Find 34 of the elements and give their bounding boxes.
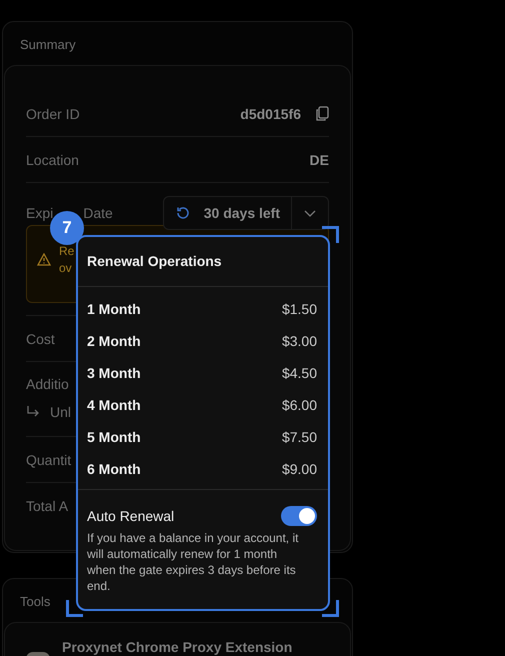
auto-renewal-switch[interactable] <box>281 506 317 526</box>
renewal-option[interactable]: 2 Month $3.00 <box>78 325 328 357</box>
renewal-option[interactable]: 5 Month $7.50 <box>78 421 328 453</box>
row-label: Date <box>83 205 113 221</box>
panel-title: Tools <box>20 594 50 609</box>
corner-bracket-icon <box>66 600 83 617</box>
tool-name: Proxynet Chrome Proxy Extension <box>62 639 292 655</box>
copy-icon[interactable] <box>315 106 329 121</box>
auto-renewal-label: Auto Renewal <box>87 508 174 524</box>
renewal-option[interactable]: 6 Month $9.00 <box>78 453 328 485</box>
row-label: Additio <box>26 376 69 392</box>
warning-text: ov <box>59 261 72 275</box>
corner-bracket-icon <box>322 600 339 617</box>
row-label: Total A <box>26 498 68 514</box>
row-value: DE <box>310 152 329 168</box>
auto-renewal-description: If you have a balance in your account, it will automatically renew for 1 month when the gate expires 3 days before its end. <box>87 530 300 594</box>
row-label: Location <box>26 152 79 168</box>
row-value: d5d015f6 <box>240 106 301 122</box>
renew-button[interactable]: 30 days left <box>164 197 292 229</box>
renewal-option[interactable]: 3 Month $4.50 <box>78 357 328 389</box>
refresh-icon <box>176 206 190 220</box>
warning-icon <box>37 253 51 266</box>
row-label: Quantit <box>26 452 72 468</box>
return-arrow-icon <box>26 406 40 418</box>
chevron-down-icon <box>304 210 316 216</box>
corner-bracket-icon <box>322 226 339 243</box>
row-label: Cost <box>26 330 55 346</box>
panel-title: Summary <box>20 37 76 52</box>
renewal-option[interactable]: 1 Month $1.50 <box>78 293 328 325</box>
row-label: Order ID <box>26 106 80 122</box>
renewal-option[interactable]: 4 Month $6.00 <box>78 389 328 421</box>
warning-text: Re <box>59 244 74 258</box>
popup-title: Renewal Operations <box>78 237 328 287</box>
addon-label: Unl <box>50 404 72 420</box>
